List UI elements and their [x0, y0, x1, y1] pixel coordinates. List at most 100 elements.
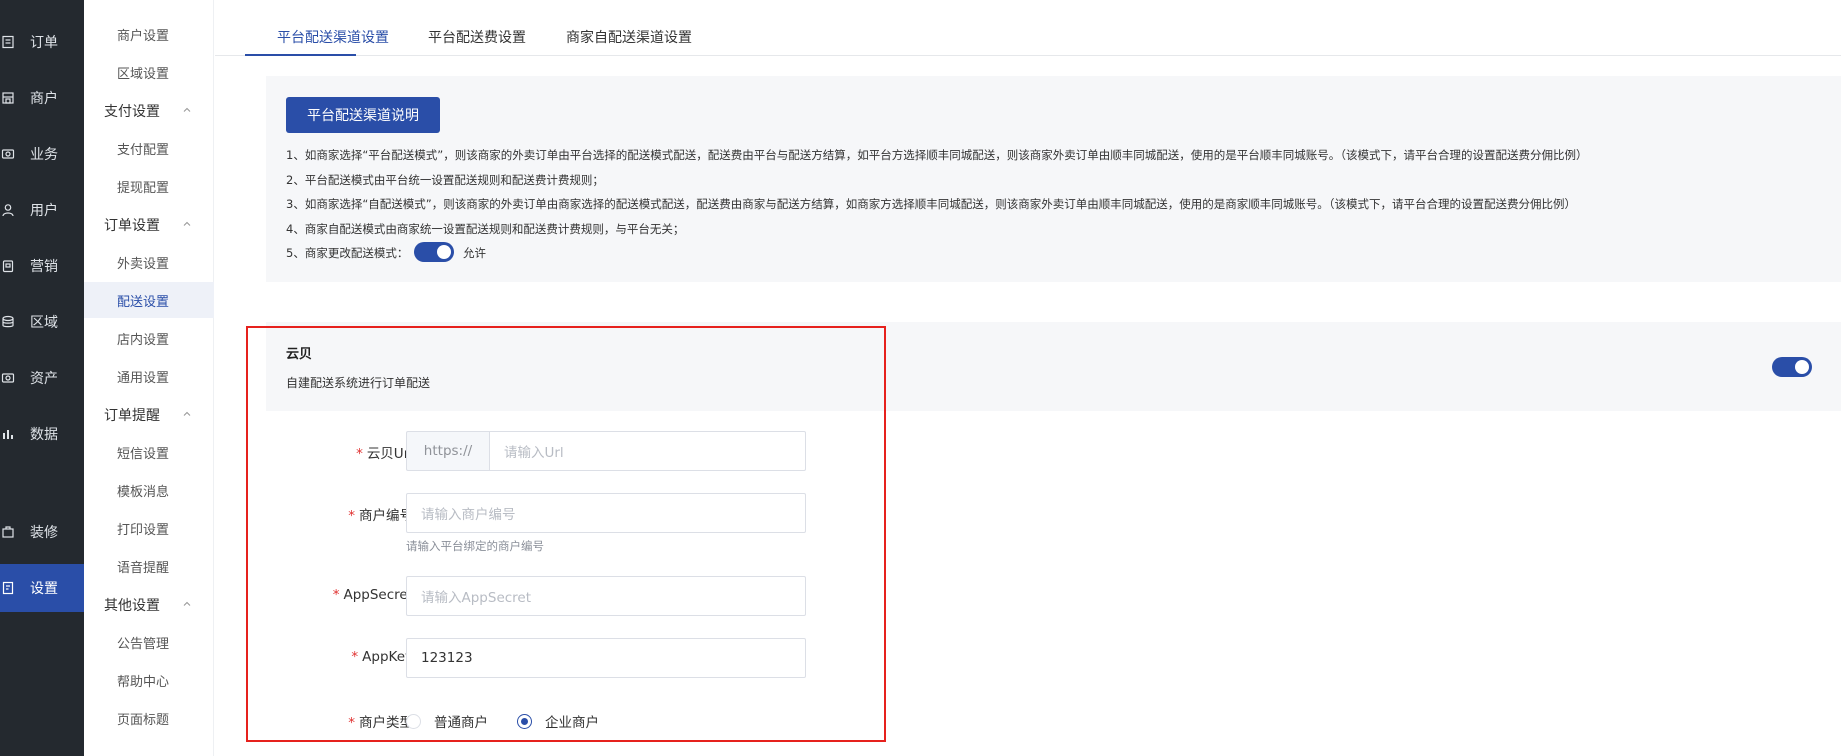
tab-platform-channel[interactable]: 平台配送渠道设置 [277, 27, 389, 47]
nav-item-business[interactable]: 业务 [0, 130, 84, 178]
nav-item-settings[interactable]: 设置 [0, 564, 84, 612]
subnav-item-announcement[interactable]: 公告管理 [84, 624, 214, 660]
nav-label: 资产 [30, 371, 58, 387]
notice-line: 3、如商家选择“自配送模式”，则该商家的外卖订单由商家选择的配送模式配送，配送费… [286, 197, 1576, 211]
chevron-up-icon [183, 601, 191, 606]
required-mark: * [348, 508, 355, 524]
yunbei-description: 自建配送系统进行订单配送 [286, 376, 431, 390]
subnav-group-order-reminder[interactable]: 订单提醒 [84, 397, 214, 433]
nav-label: 区域 [30, 315, 58, 331]
subnav-item-print-settings[interactable]: 打印设置 [84, 510, 214, 546]
tab-platform-fee[interactable]: 平台配送费设置 [428, 27, 526, 47]
nav-item-decorate[interactable]: 装修 [0, 508, 84, 556]
nav-label: 订单 [30, 35, 58, 51]
required-mark: * [351, 649, 359, 665]
radio-circle [406, 713, 421, 729]
merchant-icon [0, 90, 16, 106]
subnav-item-general-settings[interactable]: 通用设置 [84, 358, 214, 394]
subnav-item-voice-reminder[interactable]: 语音提醒 [84, 548, 214, 584]
subnav-group-label: 支付设置 [104, 104, 160, 120]
subnav-item-withdraw-config[interactable]: 提现配置 [84, 168, 214, 204]
url-prefix: https:// [406, 431, 489, 471]
main-nav: 订单 商户 业务 用户 营销 区域 资产 数据 装修 设置 [0, 0, 84, 756]
nav-item-marketing[interactable]: 营销 [0, 242, 84, 290]
main-content: 平台配送渠道设置 平台配送费设置 商家自配送渠道设置 平台配送渠道说明 1、如商… [215, 0, 1841, 756]
merchant-no-input[interactable]: 请输入商户编号 [406, 493, 806, 533]
tab-bar: 平台配送渠道设置 平台配送费设置 商家自配送渠道设置 [215, 0, 1841, 56]
subnav-group-payment[interactable]: 支付设置 [84, 93, 214, 129]
subnav-item-template-message[interactable]: 模板消息 [84, 472, 214, 508]
app-secret-input[interactable]: 请输入AppSecret [406, 576, 806, 616]
chevron-up-icon [183, 221, 191, 226]
subnav-item-page-title[interactable]: 页面标题 [84, 700, 214, 736]
nav-item-order[interactable]: 订单 [0, 18, 84, 66]
region-icon [0, 314, 16, 330]
channel-description-button[interactable]: 平台配送渠道说明 [286, 97, 440, 133]
subnav-group-other[interactable]: 其他设置 [84, 587, 214, 623]
notice-line: 5、商家更改配送模式： [286, 246, 409, 260]
nav-label: 数据 [30, 427, 58, 443]
subnav-group-order[interactable]: 订单设置 [84, 207, 214, 243]
nav-item-region[interactable]: 区域 [0, 298, 84, 346]
required-mark: * [348, 715, 355, 731]
allow-label: 允许 [463, 246, 486, 260]
user-icon [0, 202, 16, 218]
subnav-group-label: 订单设置 [104, 218, 160, 234]
asset-icon [0, 370, 16, 386]
subnav-group-label: 订单提醒 [104, 408, 160, 424]
merchant-type-label: * 商户类型 [348, 715, 413, 731]
app-secret-label: * AppSecret [332, 587, 413, 603]
nav-label: 用户 [30, 203, 58, 219]
radio-circle-selected [517, 713, 532, 729]
subnav-item-sms-settings[interactable]: 短信设置 [84, 434, 214, 470]
merchant-type-enterprise-radio[interactable]: 企业商户 [517, 711, 599, 731]
marketing-icon [0, 258, 16, 274]
url-label: * 云贝Url [356, 446, 413, 462]
subnav-item-payment-config[interactable]: 支付配置 [84, 130, 214, 166]
settings-subnav: 商户设置 区域设置 支付设置 支付配置 提现配置 订单设置 外卖设置 配送设置 … [84, 0, 214, 756]
notice-line: 1、如商家选择“平台配送模式”，则该商家的外卖订单由平台选择的配送模式配送，配送… [286, 148, 1588, 162]
required-mark: * [332, 587, 340, 603]
subnav-item-region-settings[interactable]: 区域设置 [84, 54, 214, 90]
subnav-group-label: 其他设置 [104, 598, 160, 614]
subnav-item-delivery-settings[interactable]: 配送设置 [84, 282, 214, 318]
chevron-up-icon [183, 411, 191, 416]
chevron-up-icon [183, 107, 191, 112]
required-mark: * [356, 446, 363, 462]
nav-label: 装修 [30, 525, 58, 541]
merchant-no-hint: 请输入平台绑定的商户编号 [406, 539, 544, 553]
yunbei-enable-toggle[interactable] [1772, 357, 1812, 377]
nav-label: 业务 [30, 147, 58, 163]
yunbei-header: 云贝 自建配送系统进行订单配送 [266, 322, 1841, 411]
url-input[interactable]: 请输入Url [489, 431, 806, 471]
subnav-item-takeout-settings[interactable]: 外卖设置 [84, 244, 214, 280]
toggle-knob [437, 245, 451, 259]
active-tab-indicator [245, 54, 356, 56]
settings-icon [0, 580, 16, 596]
merchant-no-label: * 商户编号 [348, 508, 413, 524]
subnav-item-store-settings[interactable]: 店内设置 [84, 320, 214, 356]
notice-line: 2、平台配送模式由平台统一设置配送规则和配送费计费规则； [286, 173, 604, 187]
nav-label: 营销 [30, 259, 58, 275]
nav-item-user[interactable]: 用户 [0, 186, 84, 234]
subnav-item-help-center[interactable]: 帮助中心 [84, 662, 214, 698]
tab-merchant-self-delivery[interactable]: 商家自配送渠道设置 [566, 27, 692, 47]
nav-label: 设置 [30, 581, 58, 597]
order-icon [0, 34, 16, 50]
nav-item-data[interactable]: 数据 [0, 410, 84, 458]
nav-label: 商户 [30, 91, 58, 107]
nav-item-merchant[interactable]: 商户 [0, 74, 84, 122]
yunbei-title: 云贝 [286, 347, 313, 362]
notice-line: 4、商家自配送模式由商家统一设置配送规则和配送费计费规则，与平台无关； [286, 222, 685, 236]
app-key-label: * AppKey [351, 649, 413, 665]
decorate-icon [0, 524, 16, 540]
chart-icon [0, 426, 16, 442]
app-key-input[interactable]: 123123 [406, 638, 806, 678]
business-icon [0, 146, 16, 162]
merchant-type-normal-radio[interactable]: 普通商户 [406, 711, 488, 731]
nav-item-asset[interactable]: 资产 [0, 354, 84, 402]
toggle-knob [1795, 360, 1809, 374]
subnav-item-merchant-settings[interactable]: 商户设置 [84, 16, 214, 52]
notice-panel: 平台配送渠道说明 1、如商家选择“平台配送模式”，则该商家的外卖订单由平台选择的… [266, 76, 1841, 282]
allow-mode-change-toggle[interactable] [414, 242, 454, 262]
